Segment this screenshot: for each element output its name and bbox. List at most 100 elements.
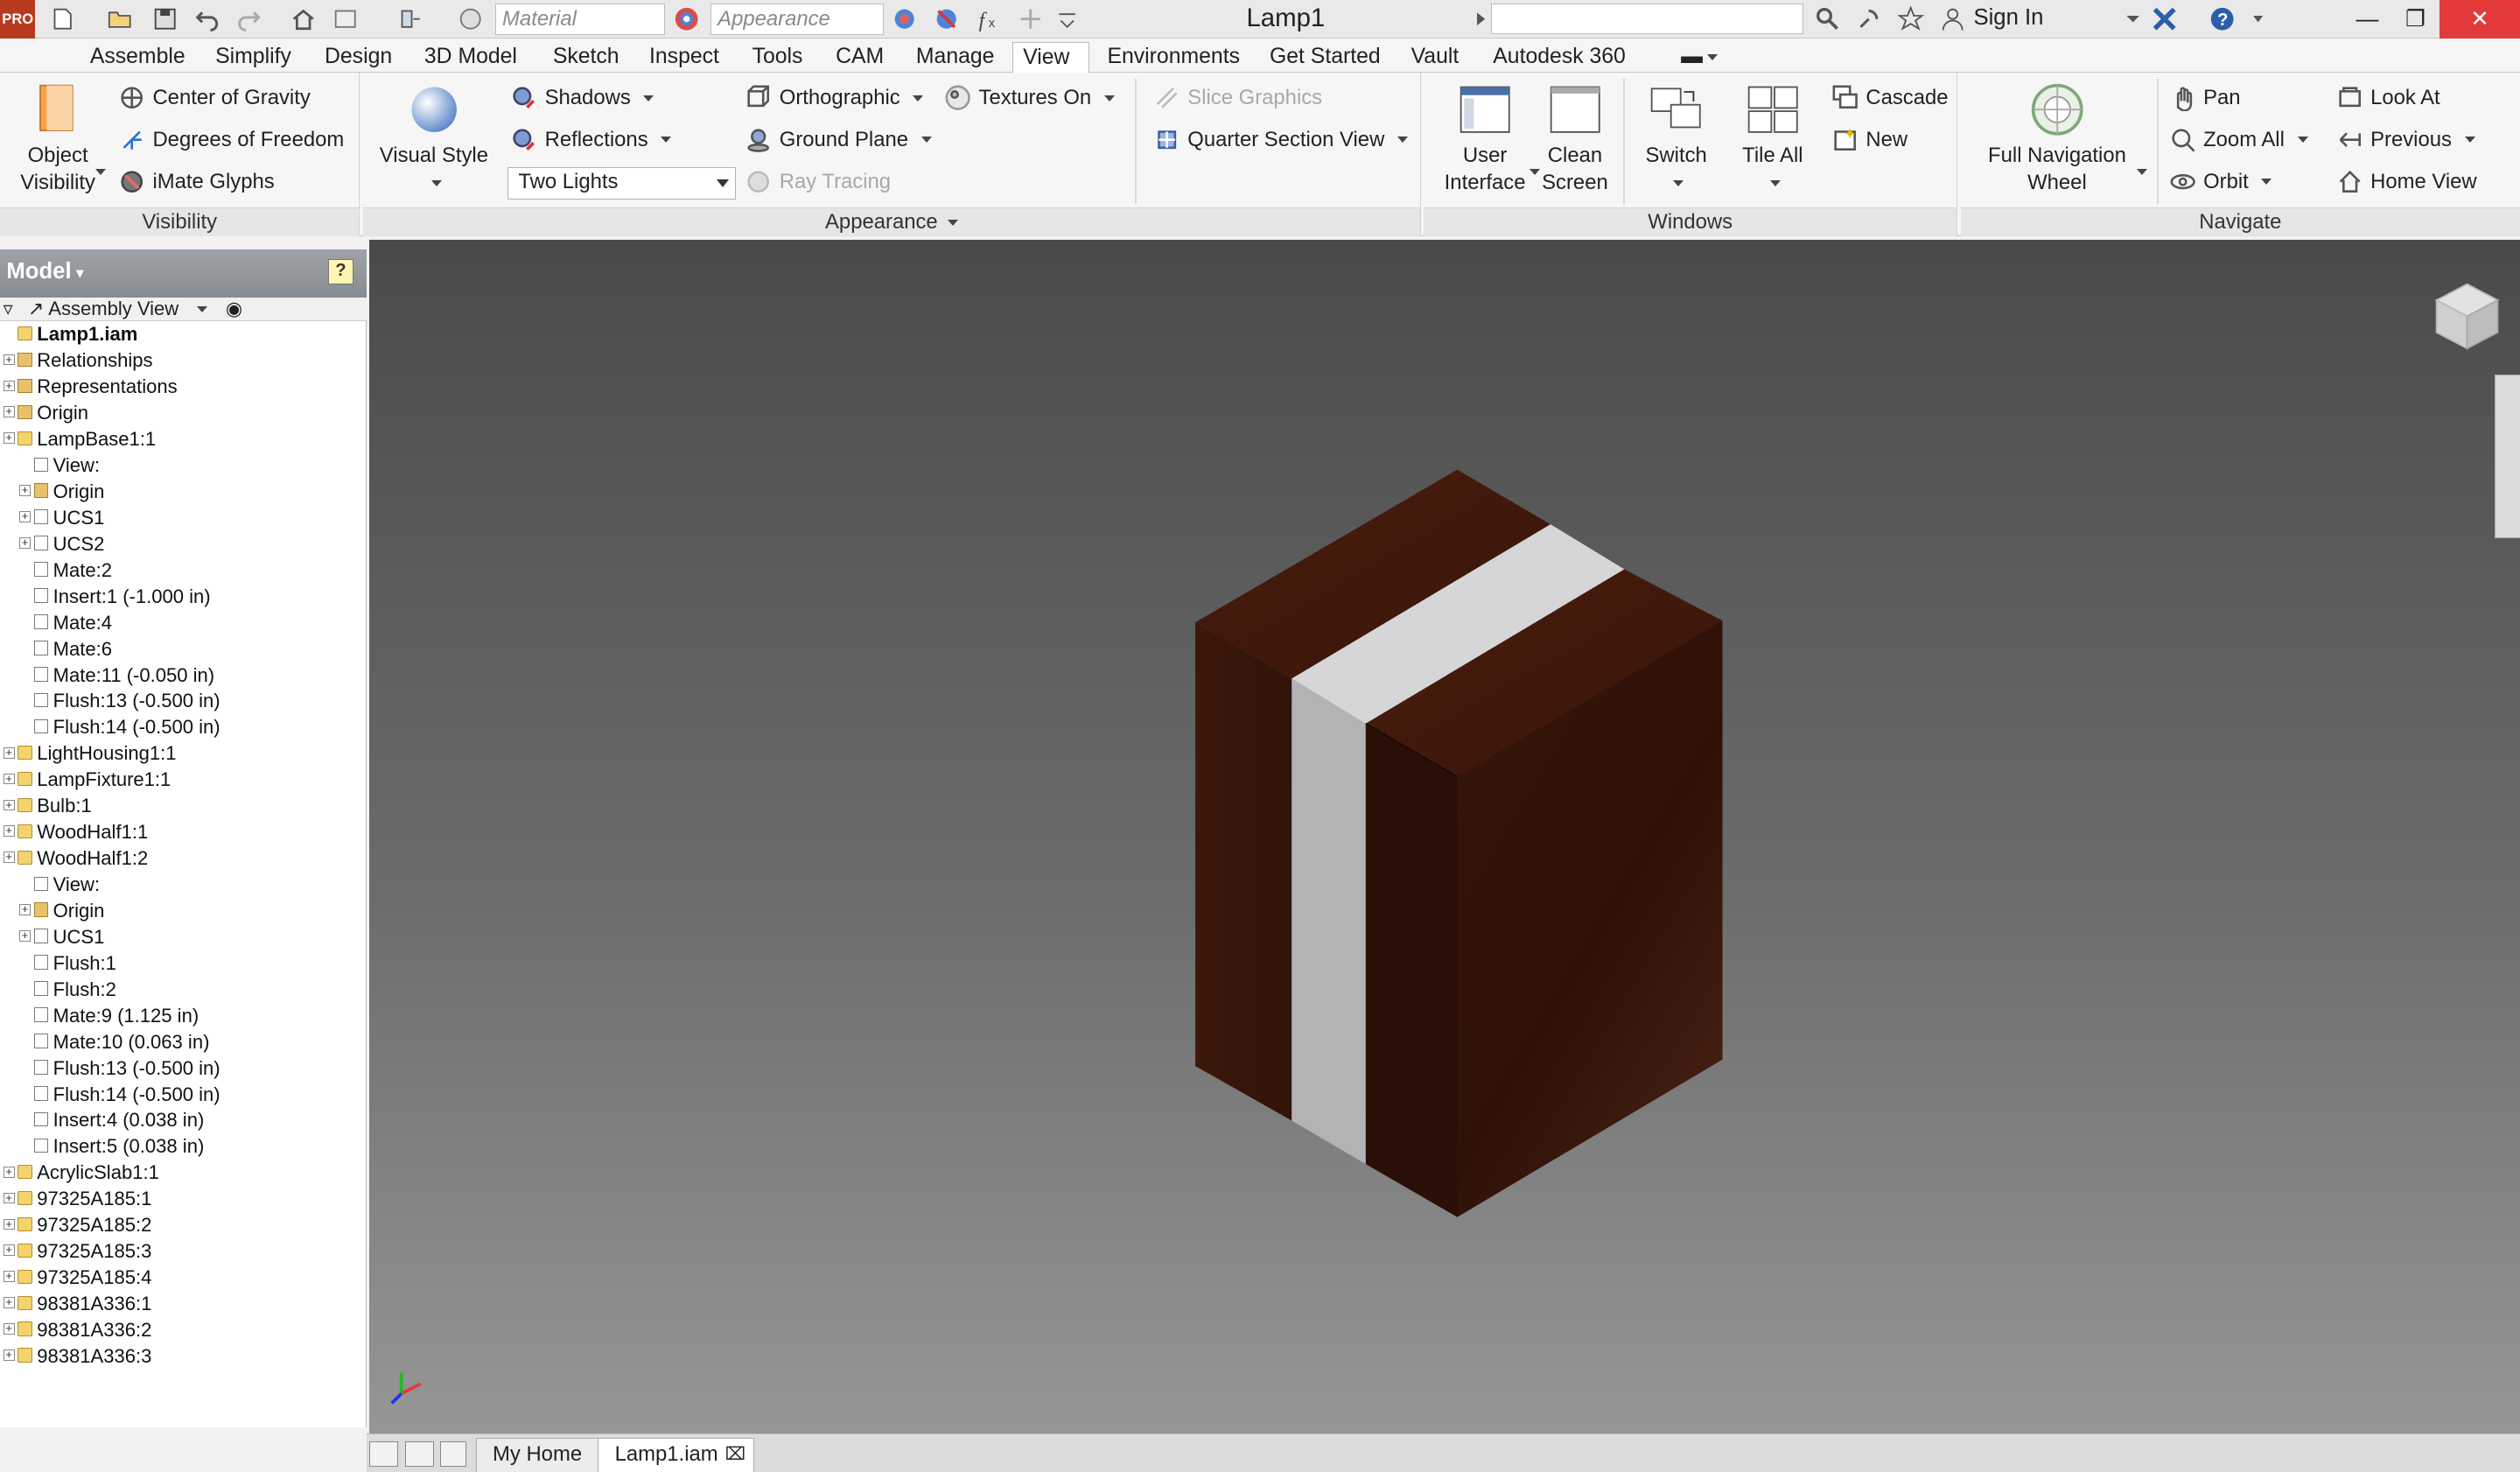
close-button[interactable]: ✕ (2440, 0, 2520, 39)
tree-expand-icon[interactable]: + (3, 432, 15, 445)
tree-node[interactable]: Flush:1 (0, 950, 367, 977)
doc-tab-lamp1[interactable]: Lamp1.iam ⌧ (598, 1438, 755, 1472)
tree-expand-icon[interactable]: + (3, 799, 15, 811)
tab-simplify[interactable]: Simplify (206, 42, 301, 74)
degrees-of-freedom-button[interactable]: Degrees of Freedom (119, 123, 344, 156)
redo-icon[interactable] (234, 5, 263, 34)
search-binoculars-icon[interactable] (1813, 5, 1842, 34)
shadows-button[interactable]: Shadows (511, 82, 654, 115)
tab-3d-model[interactable]: 3D Model (415, 42, 527, 74)
help-search-input[interactable] (1491, 3, 1803, 34)
tab-sketch[interactable]: Sketch (543, 42, 629, 74)
tab-vault[interactable]: Vault (1402, 42, 1469, 74)
ground-plane-button[interactable]: Ground Plane (746, 123, 932, 156)
quarter-section-view-button[interactable]: Quarter Section View (1154, 123, 1408, 156)
tree-node[interactable]: Insert:1 (-1.000 in) (0, 584, 367, 610)
lighting-style-dropdown[interactable]: Two Lights (508, 167, 737, 200)
help-icon[interactable]: ? (2208, 5, 2237, 34)
tree-node[interactable]: +98381A336:2 (0, 1317, 367, 1343)
tree-node[interactable]: + UCS1 (0, 505, 367, 531)
tree-expand-icon[interactable]: + (3, 747, 15, 759)
favorites-star-icon[interactable] (1896, 5, 1925, 34)
tree-node[interactable]: +97325A185:3 (0, 1238, 367, 1265)
tree-node[interactable]: + Relationships (0, 347, 367, 374)
tree-node[interactable]: +97325A185:2 (0, 1212, 367, 1238)
tree-node[interactable]: + Bulb:1 (0, 793, 367, 819)
tree-node[interactable]: Mate:9 (1.125 in) (0, 1003, 367, 1029)
minimize-button[interactable]: — (2340, 0, 2394, 39)
appearance-dropdown[interactable]: Appearance (710, 3, 885, 36)
tree-node[interactable]: View: (0, 872, 367, 898)
tab-close-icon[interactable]: ⌧ (725, 1439, 746, 1471)
tree-expand-icon[interactable]: + (3, 1218, 15, 1230)
tree-node[interactable]: +97325A185:4 (0, 1265, 367, 1291)
object-visibility-button[interactable]: Object Visibility (13, 82, 107, 196)
tree-node[interactable]: +98381A336:3 (0, 1343, 367, 1370)
home-icon[interactable] (290, 5, 318, 34)
open-file-icon[interactable] (106, 5, 135, 34)
autodesk-exchange-icon[interactable] (2151, 5, 2180, 34)
user-interface-button[interactable]: User Interface (1437, 82, 1540, 196)
tree-node[interactable]: View: (0, 452, 367, 479)
center-of-gravity-button[interactable]: Center of Gravity (119, 82, 311, 115)
communication-center-icon[interactable] (1855, 5, 1884, 34)
tree-expand-icon[interactable]: + (3, 1244, 15, 1257)
tree-expand-icon[interactable]: + (3, 1166, 15, 1178)
tree-node[interactable]: Mate:6 (0, 636, 367, 662)
tab-inspect[interactable]: Inspect (640, 42, 729, 74)
tree-expand-icon[interactable]: + (3, 1322, 15, 1335)
switch-button[interactable]: Switch (1633, 82, 1719, 196)
application-menu-button[interactable]: PRO (0, 0, 36, 39)
tree-expand-icon[interactable]: + (3, 825, 15, 838)
tree-expand-icon[interactable]: + (3, 1349, 15, 1362)
tree-expand-icon[interactable]: + (3, 354, 15, 366)
tree-node[interactable]: Mate:10 (0.063 in) (0, 1029, 367, 1055)
filter-funnel-icon[interactable]: ▿ (4, 298, 13, 319)
tab-tools[interactable]: Tools (743, 42, 813, 74)
tree-node[interactable]: Mate:11 (-0.050 in) (0, 662, 367, 689)
home-view-button[interactable]: Home View (2337, 165, 2477, 198)
tree-expand-icon[interactable]: + (3, 1271, 15, 1283)
tree-expand-icon[interactable]: + (3, 773, 15, 785)
user-account-icon[interactable] (1938, 5, 1967, 34)
tile-all-button[interactable]: Tile All (1729, 82, 1816, 196)
tree-node[interactable]: + Origin (0, 898, 367, 924)
tree-node[interactable]: Mate:2 (0, 557, 367, 584)
find-binoculars-icon[interactable]: ◉ (226, 298, 242, 319)
reflections-button[interactable]: Reflections (511, 123, 672, 156)
tab-cam[interactable]: CAM (826, 42, 893, 74)
tree-node[interactable]: Flush:2 (0, 977, 367, 1003)
previous-view-button[interactable]: Previous (2337, 123, 2475, 156)
assembly-view-caret-icon[interactable] (197, 306, 208, 313)
tree-node[interactable]: Flush:14 (-0.500 in) (0, 714, 367, 740)
browser-help-icon[interactable]: ? (327, 258, 354, 285)
tree-expand-icon[interactable]: + (19, 536, 31, 550)
tree-node[interactable]: Flush:14 (-0.500 in) (0, 1082, 367, 1108)
visual-style-button[interactable]: Visual Style (376, 82, 492, 196)
tree-node[interactable]: + Origin (0, 479, 367, 505)
tree-expand-icon[interactable]: + (3, 406, 15, 418)
sign-in-button[interactable]: Sign In (1973, 5, 2043, 31)
navigation-bar[interactable] (2494, 374, 2520, 539)
tree-node[interactable]: + LampFixture1:1 (0, 767, 367, 793)
tab-environments[interactable]: Environments (1097, 42, 1250, 74)
tab-get-started[interactable]: Get Started (1260, 42, 1390, 74)
tile-horizontal-icon[interactable] (369, 1440, 399, 1468)
textures-on-button[interactable]: Textures On (945, 82, 1115, 115)
full-navigation-wheel-button[interactable]: Full Navigation Wheel (1977, 82, 2147, 196)
tree-node[interactable]: Insert:4 (0.038 in) (0, 1107, 367, 1133)
customize-chevron-icon[interactable] (1053, 5, 1082, 34)
tree-expand-icon[interactable]: + (19, 484, 31, 497)
undo-icon[interactable] (192, 5, 221, 34)
graphics-viewport[interactable] (369, 239, 2520, 1434)
update-icon[interactable] (331, 5, 360, 34)
doc-tab-my-home[interactable]: My Home (475, 1438, 599, 1472)
select-filter-icon[interactable] (396, 5, 424, 34)
tree-node[interactable]: + UCS1 (0, 924, 367, 950)
restore-button[interactable]: ❐ (2388, 0, 2442, 39)
tree-expand-icon[interactable]: + (19, 929, 31, 943)
clean-screen-button[interactable]: Clean Screen (1536, 82, 1614, 196)
tree-node[interactable]: + UCS2 (0, 531, 367, 557)
tree-expand-icon[interactable]: + (3, 1296, 15, 1309)
tree-node[interactable]: + WoodHalf1:2 (0, 845, 367, 872)
